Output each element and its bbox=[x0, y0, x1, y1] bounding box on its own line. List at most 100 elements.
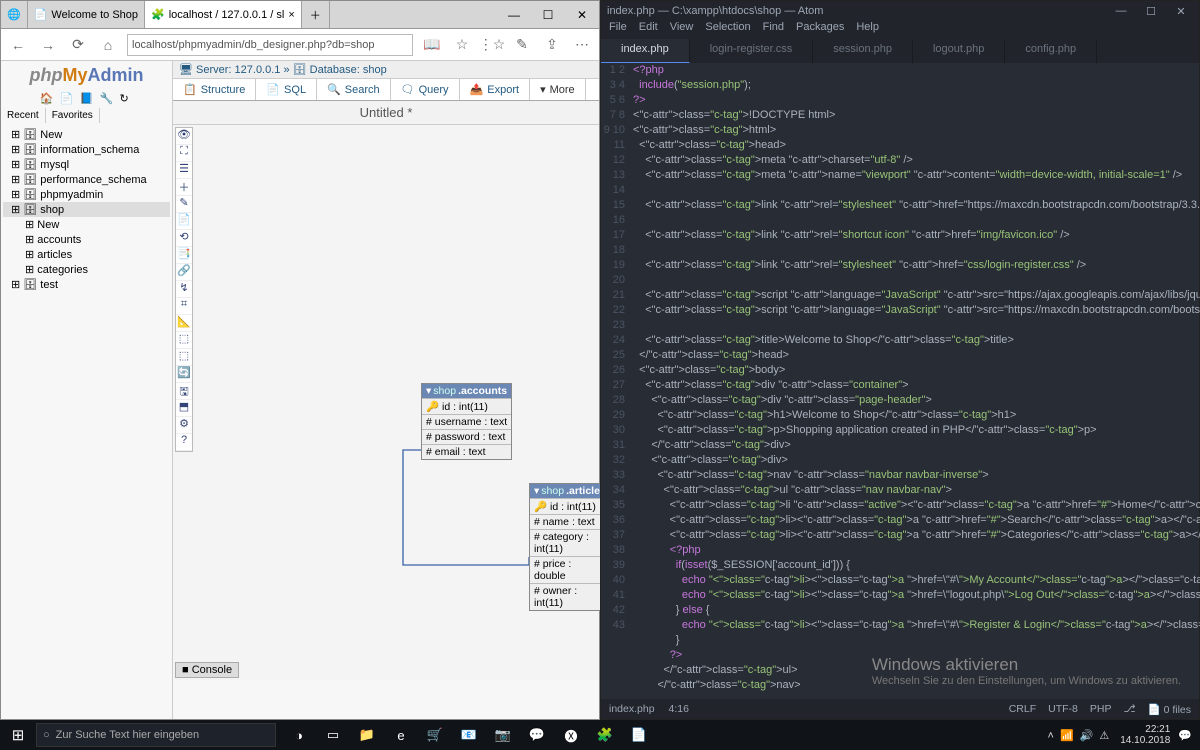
favorite-button[interactable]: ☆ bbox=[451, 34, 473, 56]
browser-tab-1[interactable]: 📄Welcome to Shop bbox=[28, 1, 145, 28]
window-maximize-button[interactable]: ☐ bbox=[531, 1, 565, 28]
pma-console-toggle[interactable]: ■ Console bbox=[175, 662, 239, 678]
tree-node-accounts[interactable]: ⊞ accounts bbox=[3, 232, 170, 247]
editor-tab-config-php[interactable]: config.php bbox=[1005, 39, 1097, 63]
new-tab-button[interactable]: ＋ bbox=[302, 1, 330, 28]
taskbar-pin[interactable]: 🛒 bbox=[418, 720, 452, 750]
taskbar-pin[interactable]: 📄 bbox=[622, 720, 656, 750]
tray-icon[interactable]: ⚠ bbox=[1099, 730, 1109, 742]
browser-tab-2[interactable]: 🧩localhost / 127.0.0.1 / sl× bbox=[145, 1, 302, 28]
status-git-branch-icon[interactable]: ⎇ bbox=[1123, 703, 1135, 716]
window-close-button[interactable]: ✕ bbox=[565, 1, 599, 28]
pma-quick-icon[interactable]: 🔧 bbox=[100, 92, 114, 106]
browser-tab-0[interactable]: 🌐 bbox=[1, 1, 28, 28]
tree-node-information_schema[interactable]: ⊞ 🗄 information_schema bbox=[3, 142, 170, 157]
taskbar-pin[interactable]: 🧩 bbox=[588, 720, 622, 750]
menu-view[interactable]: View bbox=[670, 21, 694, 39]
code-editor[interactable]: <?php include("session.php"); ?> <"c-att… bbox=[633, 63, 1199, 708]
pma-quick-icon[interactable]: 📘 bbox=[80, 92, 94, 106]
tree-node-new[interactable]: ⊞ New bbox=[3, 217, 170, 232]
tab-structure[interactable]: 📋Structure bbox=[173, 79, 256, 100]
taskbar-pin[interactable]: 📁 bbox=[350, 720, 384, 750]
tray-icon[interactable]: 🔊 bbox=[1080, 730, 1094, 742]
browser-tabbar: 🌐 📄Welcome to Shop 🧩localhost / 127.0.0.… bbox=[1, 1, 599, 29]
tab-label: Welcome to Shop bbox=[51, 9, 138, 21]
window-minimize-button[interactable]: — bbox=[497, 1, 531, 28]
url-input[interactable]: localhost/phpmyadmin/db_designer.php?db=… bbox=[127, 34, 413, 56]
pma-logo: phpMyAdmin bbox=[1, 61, 172, 90]
atom-maximize-button[interactable]: ☐ bbox=[1139, 5, 1163, 18]
start-button[interactable]: ⊞ bbox=[0, 720, 36, 750]
tray-icon[interactable]: ˄ bbox=[1048, 730, 1054, 742]
status-line-ending[interactable]: CRLF bbox=[1009, 703, 1036, 716]
table-articles[interactable]: ▾shop.articles🔑 id : int(11)# name : tex… bbox=[529, 483, 611, 611]
atom-editor-window: index.php — C:\xampp\htdocs\shop — Atom … bbox=[600, 0, 1200, 720]
menu-packages[interactable]: Packages bbox=[796, 21, 844, 39]
editor-tab-logout-php[interactable]: logout.php bbox=[913, 39, 1005, 63]
reading-view-button[interactable]: 📖 bbox=[421, 34, 443, 56]
editor-tab-login-register-css[interactable]: login-register.css bbox=[690, 39, 814, 63]
taskbar-pin[interactable]: e bbox=[384, 720, 418, 750]
tab-close-icon[interactable]: × bbox=[288, 9, 294, 21]
tray-icon[interactable]: 📶 bbox=[1060, 730, 1074, 742]
nav-back-button[interactable]: ← bbox=[7, 34, 29, 56]
status-files[interactable]: 📄 0 files bbox=[1148, 703, 1191, 716]
tree-node-categories[interactable]: ⊞ categories bbox=[3, 262, 170, 277]
menu-selection[interactable]: Selection bbox=[705, 21, 750, 39]
taskbar-pinned-apps: ◑▭📁e🛒📧📷💬🅧🧩📄 bbox=[282, 720, 656, 750]
status-cursor-pos[interactable]: 4:16 bbox=[669, 703, 689, 715]
menu-help[interactable]: Help bbox=[856, 21, 879, 39]
pma-quick-icon[interactable]: ↻ bbox=[120, 92, 134, 106]
pma-quick-icon[interactable]: 🏠 bbox=[40, 92, 54, 106]
nav-home-button[interactable]: ⌂ bbox=[97, 34, 119, 56]
taskbar-pin[interactable]: ◑ bbox=[282, 720, 316, 750]
share-button[interactable]: ⇪ bbox=[541, 34, 563, 56]
designer-canvas[interactable]: 👁⛶☰＋✎📄⟲📑🔗↯⌗📐⬚⬚🔄🖫⬒⚙? ▾shop.accounts🔑 id :… bbox=[173, 125, 599, 680]
taskbar-pin[interactable]: 📧 bbox=[452, 720, 486, 750]
pma-recent-favorites: Recent Favorites bbox=[1, 108, 172, 123]
table-accounts[interactable]: ▾shop.accounts🔑 id : int(11)# username :… bbox=[421, 383, 512, 460]
pma-main: 🖥 Server: 127.0.0.1 » 🗄 Database: shop 📋… bbox=[173, 61, 599, 719]
taskbar-search-input[interactable]: ○ Zur Suche Text hier eingeben bbox=[36, 723, 276, 747]
taskbar-pin[interactable]: 💬 bbox=[520, 720, 554, 750]
web-notes-button[interactable]: ✎ bbox=[511, 34, 533, 56]
editor-tab-session-php[interactable]: session.php bbox=[813, 39, 913, 63]
action-center-icon[interactable]: 💬 bbox=[1178, 729, 1192, 742]
atom-minimize-button[interactable]: — bbox=[1109, 5, 1133, 18]
favorites-list-button[interactable]: ⋮☆ bbox=[481, 34, 503, 56]
tab-more[interactable]: ▾More bbox=[530, 79, 586, 100]
pma-quick-icon[interactable]: 📄 bbox=[60, 92, 74, 106]
nav-reload-button[interactable]: ⟳ bbox=[67, 34, 89, 56]
pma-breadcrumb[interactable]: 🖥 Server: 127.0.0.1 » 🗄 Database: shop bbox=[173, 61, 599, 79]
menu-find[interactable]: Find bbox=[763, 21, 784, 39]
nav-forward-button[interactable]: → bbox=[37, 34, 59, 56]
atom-menu-bar: File Edit View Selection Find Packages Help bbox=[601, 21, 1199, 39]
pma-quick-icons: 🏠 📄 📘 🔧 ↻ bbox=[1, 90, 172, 108]
tree-node-mysql[interactable]: ⊞ 🗄 mysql bbox=[3, 157, 170, 172]
taskbar-pin[interactable]: 📷 bbox=[486, 720, 520, 750]
favorites-tab[interactable]: Favorites bbox=[46, 108, 100, 123]
editor-tab-index-php[interactable]: index.php bbox=[601, 39, 690, 63]
tree-node-phpmyadmin[interactable]: ⊞ 🗄 phpmyadmin bbox=[3, 187, 170, 202]
tree-node-new[interactable]: ⊞ 🗄 New bbox=[3, 127, 170, 142]
menu-file[interactable]: File bbox=[609, 21, 627, 39]
tree-node-shop[interactable]: ⊞ 🗄 shop bbox=[3, 202, 170, 217]
taskbar-pin[interactable]: 🅧 bbox=[554, 720, 588, 750]
tab-export[interactable]: 📤Export bbox=[460, 79, 531, 100]
tab-sql[interactable]: 📄SQL bbox=[256, 79, 317, 100]
tree-node-performance_schema[interactable]: ⊞ 🗄 performance_schema bbox=[3, 172, 170, 187]
menu-edit[interactable]: Edit bbox=[639, 21, 658, 39]
tab-search[interactable]: 🔍Search bbox=[317, 79, 391, 100]
status-encoding[interactable]: UTF-8 bbox=[1048, 703, 1078, 716]
recent-tab[interactable]: Recent bbox=[1, 108, 46, 123]
status-language[interactable]: PHP bbox=[1090, 703, 1112, 716]
taskbar-pin[interactable]: ▭ bbox=[316, 720, 350, 750]
windows-activation-watermark: Windows aktivieren Wechseln Sie zu den E… bbox=[872, 655, 1181, 687]
taskbar-clock[interactable]: 22:21 14.10.2018 bbox=[1120, 724, 1170, 746]
settings-more-button[interactable]: ⋯ bbox=[571, 34, 593, 56]
tab-query[interactable]: 🗨Query bbox=[391, 79, 460, 100]
tree-node-test[interactable]: ⊞ 🗄 test bbox=[3, 277, 170, 292]
tree-node-articles[interactable]: ⊞ articles bbox=[3, 247, 170, 262]
status-file[interactable]: index.php bbox=[609, 703, 655, 715]
atom-close-button[interactable]: ✕ bbox=[1169, 5, 1193, 18]
